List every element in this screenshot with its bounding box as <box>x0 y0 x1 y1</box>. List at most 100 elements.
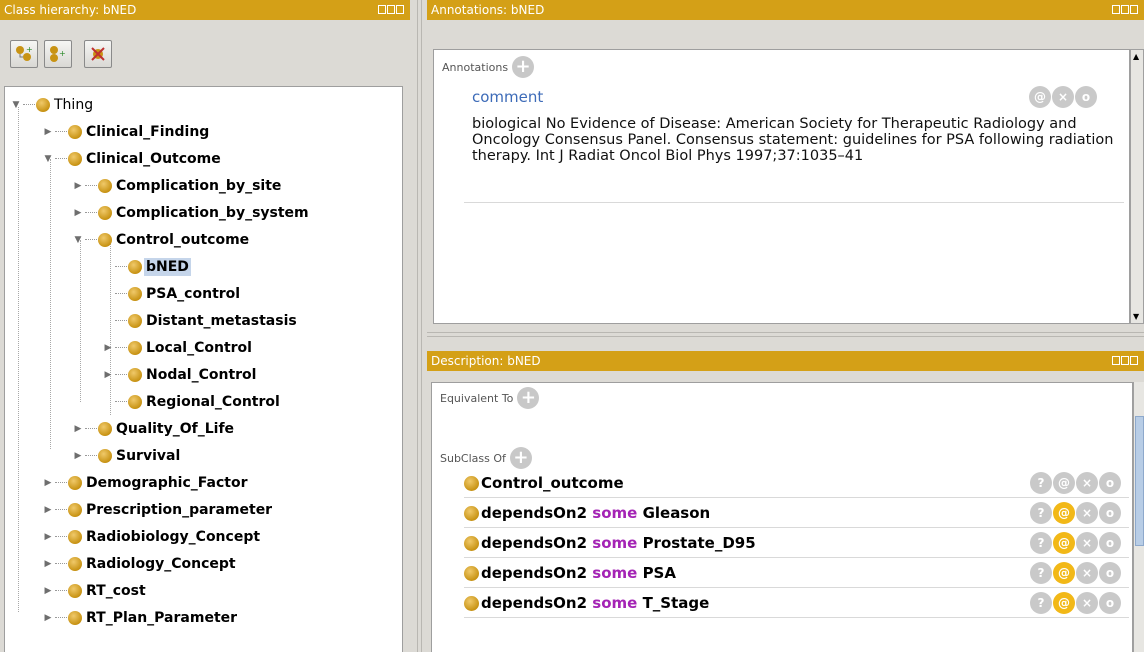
collapsed-toggle-icon[interactable]: ▶ <box>71 179 85 193</box>
add-superclass-plus-icon[interactable]: + <box>509 447 532 469</box>
expanded-toggle-icon[interactable]: ▼ <box>71 233 85 247</box>
tree-node-rt-cost[interactable]: ▶ RT_cost <box>41 577 148 604</box>
collapsed-toggle-icon[interactable]: ▶ <box>41 476 55 490</box>
class-icon <box>98 448 112 463</box>
tree-label: Control_outcome <box>116 231 250 248</box>
subclass-row[interactable]: Control_outcome ? @ × o <box>464 469 1129 498</box>
tree-node-clinical-finding[interactable]: ▶ Clinical_Finding <box>41 118 211 145</box>
collapsed-toggle-icon[interactable]: ▶ <box>101 341 115 355</box>
tree-label-selected: bNED <box>144 257 191 276</box>
subclass-row[interactable]: dependsOn2 some T_Stage ? @ × o <box>464 589 1129 618</box>
tree-node-complication-by-site[interactable]: ▶ Complication_by_site <box>71 172 283 199</box>
annotate-icon[interactable]: @ <box>1053 472 1075 494</box>
delete-icon[interactable]: × <box>1052 86 1074 108</box>
collapsed-toggle-icon[interactable]: ▶ <box>71 206 85 220</box>
tree-node-nodal-control[interactable]: ▶ Nodal_Control <box>101 361 258 388</box>
class-icon <box>98 205 112 220</box>
edit-icon[interactable]: o <box>1075 86 1097 108</box>
collapsed-toggle-icon[interactable]: ▶ <box>41 584 55 598</box>
edit-icon[interactable]: o <box>1099 592 1121 614</box>
tree-node-quality-of-life[interactable]: ▶ Quality_Of_Life <box>71 415 236 442</box>
subclass-row[interactable]: dependsOn2 some Gleason ? @ × o <box>464 499 1129 528</box>
tree-node-clinical-outcome[interactable]: ▼ Clinical_Outcome <box>41 145 223 172</box>
delete-class-button[interactable] <box>84 40 112 68</box>
window-controls[interactable] <box>378 5 404 14</box>
class-icon <box>128 286 142 301</box>
tree-label: Local_Control <box>146 339 252 356</box>
scroll-up-icon[interactable]: ▲ <box>1133 52 1139 61</box>
property-name: dependsOn2 <box>481 564 588 582</box>
explain-icon[interactable]: ? <box>1030 592 1052 614</box>
subclass-row[interactable]: dependsOn2 some Prostate_D95 ? @ × o <box>464 529 1129 558</box>
add-sibling-button[interactable]: + <box>44 40 72 68</box>
annotate-icon[interactable]: @ <box>1053 502 1075 524</box>
delete-icon[interactable]: × <box>1076 532 1098 554</box>
tree-node-rt-plan-parameter[interactable]: ▶ RT_Plan_Parameter <box>41 604 239 631</box>
window-controls[interactable] <box>1112 356 1138 365</box>
explain-icon[interactable]: ? <box>1030 502 1052 524</box>
add-annotation-plus-icon[interactable]: + <box>512 56 535 78</box>
tree-node-radiology-concept[interactable]: ▶ Radiology_Concept <box>41 550 238 577</box>
edit-icon[interactable]: o <box>1099 472 1121 494</box>
collapsed-toggle-icon[interactable]: ▶ <box>71 422 85 436</box>
tree-node-demographic-factor[interactable]: ▶ Demographic_Factor <box>41 469 250 496</box>
annotations-scrollbar[interactable]: ▲ ▼ <box>1130 49 1144 324</box>
tree-node-distant-metastasis[interactable]: Distant_metastasis <box>115 307 299 334</box>
restriction-expression: dependsOn2 some T_Stage <box>481 594 709 612</box>
description-header: Description: bNED <box>427 351 1144 371</box>
annotations-body: Annotations + comment @ × o biological N… <box>433 49 1130 324</box>
tree-node-complication-by-system[interactable]: ▶ Complication_by_system <box>71 199 311 226</box>
tree-label: Thing <box>54 96 94 113</box>
expanded-toggle-icon[interactable]: ▼ <box>9 98 23 112</box>
collapsed-toggle-icon[interactable]: ▶ <box>41 611 55 625</box>
annotate-icon[interactable]: @ <box>1029 86 1051 108</box>
explain-icon[interactable]: ? <box>1030 472 1052 494</box>
scroll-down-icon[interactable]: ▼ <box>1133 312 1139 321</box>
tree-label: Radiology_Concept <box>86 555 236 572</box>
tree-label: Complication_by_site <box>116 177 282 194</box>
delete-icon[interactable]: × <box>1076 502 1098 524</box>
scrollbar-thumb[interactable] <box>1135 416 1144 546</box>
tree-node-thing[interactable]: ▼ Thing <box>9 91 95 118</box>
collapsed-toggle-icon[interactable]: ▶ <box>41 125 55 139</box>
add-equivalent-plus-icon[interactable]: + <box>517 387 540 409</box>
expanded-toggle-icon[interactable]: ▼ <box>41 152 55 166</box>
collapsed-toggle-icon[interactable]: ▶ <box>41 557 55 571</box>
collapsed-toggle-icon[interactable]: ▶ <box>71 449 85 463</box>
add-subclass-button[interactable]: + <box>10 40 38 68</box>
tree-node-survival[interactable]: ▶ Survival <box>71 442 182 469</box>
edit-icon[interactable]: o <box>1099 532 1121 554</box>
collapsed-toggle-icon[interactable]: ▶ <box>41 503 55 517</box>
tree-node-psa-control[interactable]: PSA_control <box>115 280 242 307</box>
tree-node-local-control[interactable]: ▶ Local_Control <box>101 334 254 361</box>
annotate-icon[interactable]: @ <box>1053 592 1075 614</box>
delete-icon[interactable]: × <box>1076 562 1098 584</box>
description-scrollbar[interactable] <box>1133 382 1144 652</box>
vertical-splitter[interactable] <box>413 0 427 652</box>
keyword: some <box>592 534 638 552</box>
horizontal-splitter[interactable] <box>427 324 1144 346</box>
subclass-row[interactable]: dependsOn2 some PSA ? @ × o <box>464 559 1129 588</box>
tree-node-regional-control[interactable]: Regional_Control <box>115 388 282 415</box>
explain-icon[interactable]: ? <box>1030 562 1052 584</box>
delete-icon[interactable]: × <box>1076 592 1098 614</box>
tree-node-radiobiology-concept[interactable]: ▶ Radiobiology_Concept <box>41 523 262 550</box>
keyword: some <box>592 564 638 582</box>
tree-node-prescription-parameter[interactable]: ▶ Prescription_parameter <box>41 496 274 523</box>
class-tree[interactable]: ▼ Thing ▶ Clinical_Finding ▼ Clinical_Ou… <box>4 86 403 652</box>
collapsed-toggle-icon[interactable]: ▶ <box>101 368 115 382</box>
tree-node-control-outcome[interactable]: ▼ Control_outcome <box>71 226 251 253</box>
annotate-icon[interactable]: @ <box>1053 562 1075 584</box>
class-icon <box>128 259 142 274</box>
annotate-icon[interactable]: @ <box>1053 532 1075 554</box>
tree-label: Regional_Control <box>146 393 280 410</box>
collapsed-toggle-icon[interactable]: ▶ <box>41 530 55 544</box>
edit-icon[interactable]: o <box>1099 562 1121 584</box>
edit-icon[interactable]: o <box>1099 502 1121 524</box>
window-controls[interactable] <box>1112 5 1138 14</box>
property-name: dependsOn2 <box>481 534 588 552</box>
explain-icon[interactable]: ? <box>1030 532 1052 554</box>
tree-node-bned[interactable]: bNED <box>115 253 191 280</box>
annotation-property-label[interactable]: comment <box>472 88 543 106</box>
delete-icon[interactable]: × <box>1076 472 1098 494</box>
